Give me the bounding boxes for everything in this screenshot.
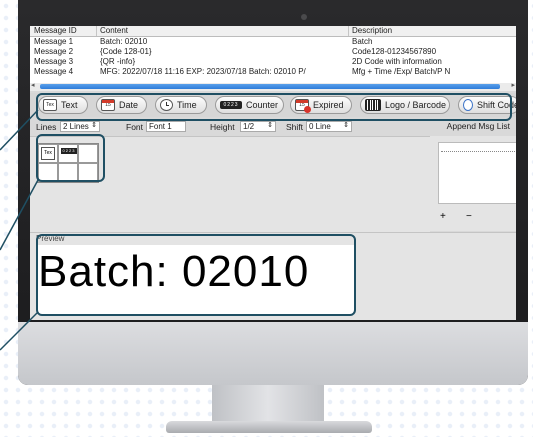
callout-leader-lines xyxy=(0,109,39,351)
